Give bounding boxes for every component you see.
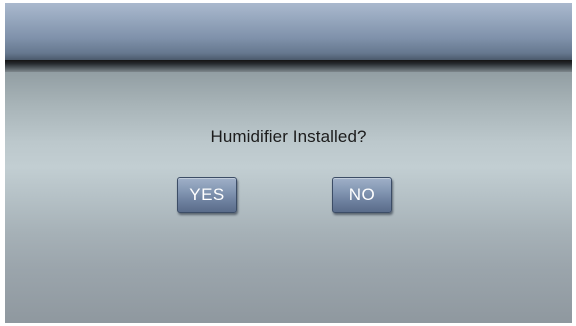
screen-frame: Humidifier Installed? YES NO — [5, 3, 572, 323]
dialog-area — [5, 72, 572, 323]
humidifier-question-label: Humidifier Installed? — [210, 127, 367, 146]
header-divider — [5, 60, 572, 72]
no-button[interactable]: NO — [332, 177, 392, 213]
header-bar — [5, 3, 572, 60]
yes-button[interactable]: YES — [177, 177, 237, 213]
